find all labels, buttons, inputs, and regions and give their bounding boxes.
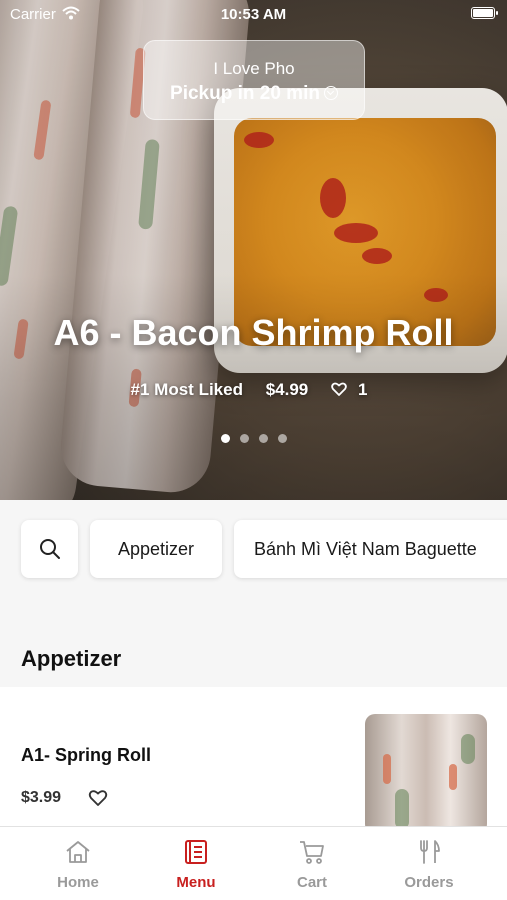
carousel-dot[interactable] bbox=[277, 434, 287, 443]
tab-label: Cart bbox=[296, 874, 327, 891]
carousel-dot[interactable] bbox=[239, 434, 249, 443]
pickup-eta: Pickup in 20 min bbox=[144, 83, 364, 105]
fork-knife-icon bbox=[420, 840, 440, 864]
cart-icon bbox=[300, 841, 324, 864]
tab-cart[interactable]: Cart bbox=[249, 827, 375, 900]
featured-dish-meta: #1 Most Liked $4.99 1 bbox=[0, 380, 507, 400]
most-liked-badge: #1 Most Liked bbox=[130, 380, 243, 399]
battery-icon bbox=[471, 7, 498, 19]
tab-label: Orders bbox=[404, 874, 454, 891]
category-chip-appetizer[interactable]: Appetizer bbox=[90, 520, 222, 578]
chevron-down-circle-icon bbox=[323, 86, 338, 100]
carousel-dots[interactable] bbox=[0, 430, 507, 448]
search-button[interactable] bbox=[21, 520, 78, 578]
pickup-selector[interactable]: I Love Pho Pickup in 20 min bbox=[143, 40, 365, 120]
carousel-dot[interactable] bbox=[220, 434, 230, 443]
tab-bar: Home Menu Cart Orders bbox=[0, 826, 507, 900]
featured-likes[interactable]: 1 bbox=[331, 380, 376, 399]
heart-icon[interactable] bbox=[88, 789, 108, 807]
tab-label: Menu bbox=[176, 874, 216, 891]
tab-menu[interactable]: Menu bbox=[133, 827, 259, 900]
section-title: Appetizer bbox=[21, 646, 122, 671]
store-name: I Love Pho bbox=[213, 59, 295, 78]
tab-label: Home bbox=[57, 874, 99, 891]
like-count: 1 bbox=[357, 380, 368, 399]
heart-icon bbox=[331, 382, 347, 396]
category-chip-banh-mi[interactable]: Bánh Mì Việt Nam Baguette bbox=[234, 520, 507, 578]
clock: 10:53 AM bbox=[220, 6, 287, 23]
menu-icon bbox=[185, 840, 207, 864]
menu-item-name: A1- Spring Roll bbox=[21, 745, 151, 765]
home-icon bbox=[66, 841, 90, 863]
search-icon bbox=[39, 539, 60, 559]
menu-item[interactable]: A1- Spring Roll $3.99 bbox=[0, 687, 507, 834]
status-bar: Carrier 10:53 AM bbox=[0, 0, 507, 28]
tab-orders[interactable]: Orders bbox=[366, 827, 492, 900]
featured-price: $4.99 bbox=[265, 380, 309, 399]
category-bar: Appetizer Bánh Mì Việt Nam Baguette bbox=[0, 520, 507, 580]
menu-list: A1- Spring Roll $3.99 bbox=[0, 687, 507, 834]
menu-item-thumbnail bbox=[365, 714, 487, 834]
menu-item-price: $3.99 bbox=[21, 789, 62, 806]
tab-home[interactable]: Home bbox=[15, 827, 141, 900]
carousel-dot[interactable] bbox=[258, 434, 268, 443]
app-screen: Carrier 10:53 AM I Love Pho Pickup in 20… bbox=[0, 0, 507, 900]
featured-dish-title: A6 - Bacon Shrimp Roll bbox=[53, 312, 454, 353]
